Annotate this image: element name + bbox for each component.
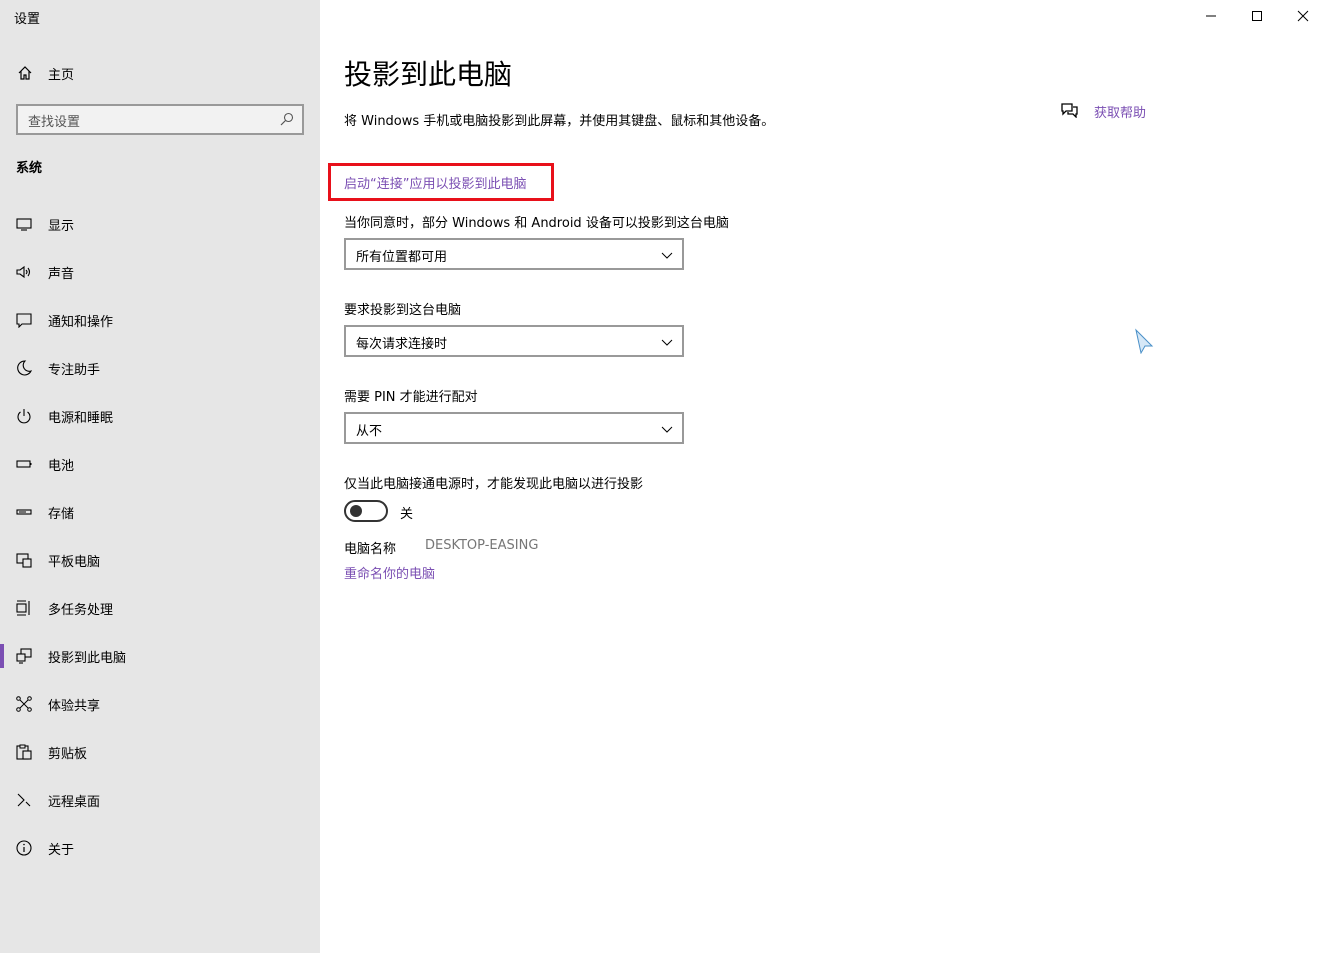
- sidebar-item-display[interactable]: 显示: [0, 204, 320, 244]
- chevron-down-icon: [661, 426, 673, 433]
- tablet-icon: [16, 553, 32, 568]
- page-description: 将 Windows 手机或电脑投影到此屏幕，并使用其键盘、鼠标和其他设备。: [344, 114, 775, 129]
- maximize-button[interactable]: [1234, 0, 1280, 32]
- sidebar-item-label: 电源和睡眠: [48, 411, 114, 426]
- power-toggle[interactable]: [344, 500, 388, 522]
- notification-icon: [16, 313, 32, 328]
- speaker-icon: [16, 265, 31, 279]
- section-label: 系统: [16, 161, 43, 176]
- mouse-cursor-icon: [1135, 328, 1154, 354]
- sidebar-item-remote-desktop[interactable]: 远程桌面: [0, 780, 320, 820]
- help-chat-icon: [1061, 103, 1078, 118]
- availability-value: 所有位置都可用: [356, 250, 448, 265]
- sidebar-item-label: 平板电脑: [48, 555, 101, 570]
- maximize-icon: [1252, 11, 1262, 21]
- close-button[interactable]: [1280, 0, 1326, 32]
- search-icon: [280, 112, 294, 126]
- clipboard-icon: [16, 744, 32, 760]
- pc-name-label: 电脑名称: [344, 542, 397, 557]
- multitask-icon: [16, 600, 30, 616]
- pin-label: 需要 PIN 才能进行配对: [344, 390, 478, 405]
- sidebar-item-label: 专注助手: [48, 363, 101, 378]
- launch-connect-app-link[interactable]: 启动“连接”应用以投影到此电脑: [344, 173, 526, 192]
- minimize-icon: [1206, 15, 1216, 17]
- info-icon: [16, 840, 32, 856]
- chevron-down-icon: [661, 252, 673, 259]
- remote-icon: [17, 793, 31, 807]
- monitor-icon: [16, 218, 32, 231]
- power-icon: [17, 409, 31, 424]
- sidebar-item-label: 电池: [48, 459, 75, 474]
- request-value: 每次请求连接时: [356, 337, 448, 352]
- sidebar: 设置 主页 查找设置 系统 显示 声音 通知和操作 专注助手 电源和睡眠 电池 …: [0, 0, 320, 953]
- sidebar-item-focus-assist[interactable]: 专注助手: [0, 348, 320, 388]
- sidebar-item-tablet[interactable]: 平板电脑: [0, 540, 320, 580]
- sidebar-item-label: 关于: [48, 843, 75, 858]
- share-icon: [16, 696, 32, 712]
- sidebar-item-project-to-pc[interactable]: 投影到此电脑: [0, 636, 320, 676]
- sidebar-home-label: 主页: [48, 68, 75, 83]
- sidebar-item-label: 声音: [48, 267, 75, 282]
- request-label: 要求投影到这台电脑: [344, 303, 462, 318]
- search-input[interactable]: 查找设置: [16, 104, 304, 135]
- sidebar-item-label: 体验共享: [48, 699, 101, 714]
- power-label: 仅当此电脑接通电源时，才能发现此电脑以进行投影: [344, 477, 644, 492]
- pin-value: 从不: [356, 424, 383, 439]
- sidebar-item-notifications[interactable]: 通知和操作: [0, 300, 320, 340]
- sidebar-item-battery[interactable]: 电池: [0, 444, 320, 484]
- sidebar-item-label: 投影到此电脑: [48, 651, 127, 666]
- sidebar-item-about[interactable]: 关于: [0, 828, 320, 868]
- sidebar-item-power-sleep[interactable]: 电源和睡眠: [0, 396, 320, 436]
- sidebar-home[interactable]: 主页: [0, 58, 320, 88]
- request-dropdown[interactable]: 每次请求连接时: [344, 325, 684, 357]
- pc-name-value: DESKTOP-EASING: [425, 538, 539, 553]
- close-icon: [1297, 10, 1309, 22]
- pin-dropdown[interactable]: 从不: [344, 412, 684, 444]
- sidebar-item-label: 剪贴板: [48, 747, 88, 762]
- rename-pc-link[interactable]: 重命名你的电脑: [344, 563, 435, 582]
- sidebar-item-clipboard[interactable]: 剪贴板: [0, 732, 320, 772]
- sidebar-item-multitasking[interactable]: 多任务处理: [0, 588, 320, 628]
- search-placeholder: 查找设置: [28, 115, 81, 130]
- storage-icon: [16, 509, 32, 515]
- sidebar-item-sound[interactable]: 声音: [0, 252, 320, 292]
- battery-icon: [16, 460, 32, 468]
- page-title: 投影到此电脑: [344, 58, 513, 91]
- home-icon: [18, 66, 32, 80]
- availability-dropdown[interactable]: 所有位置都可用: [344, 238, 684, 270]
- sidebar-item-storage[interactable]: 存储: [0, 492, 320, 532]
- availability-label: 当你同意时，部分 Windows 和 Android 设备可以投影到这台电脑: [344, 216, 729, 231]
- moon-icon: [17, 360, 32, 376]
- sidebar-item-label: 远程桌面: [48, 795, 101, 810]
- sidebar-item-label: 显示: [48, 219, 75, 234]
- sidebar-item-shared-experiences[interactable]: 体验共享: [0, 684, 320, 724]
- project-icon: [16, 648, 32, 664]
- get-help-label: 获取帮助: [1094, 106, 1147, 121]
- sidebar-item-label: 存储: [48, 507, 75, 522]
- active-indicator: [0, 644, 4, 668]
- app-title: 设置: [14, 12, 41, 27]
- power-toggle-state: 关: [400, 507, 414, 522]
- sidebar-item-label: 多任务处理: [48, 603, 114, 618]
- sidebar-item-label: 通知和操作: [48, 315, 114, 330]
- toggle-knob: [350, 505, 362, 517]
- minimize-button[interactable]: [1188, 0, 1234, 32]
- chevron-down-icon: [661, 339, 673, 346]
